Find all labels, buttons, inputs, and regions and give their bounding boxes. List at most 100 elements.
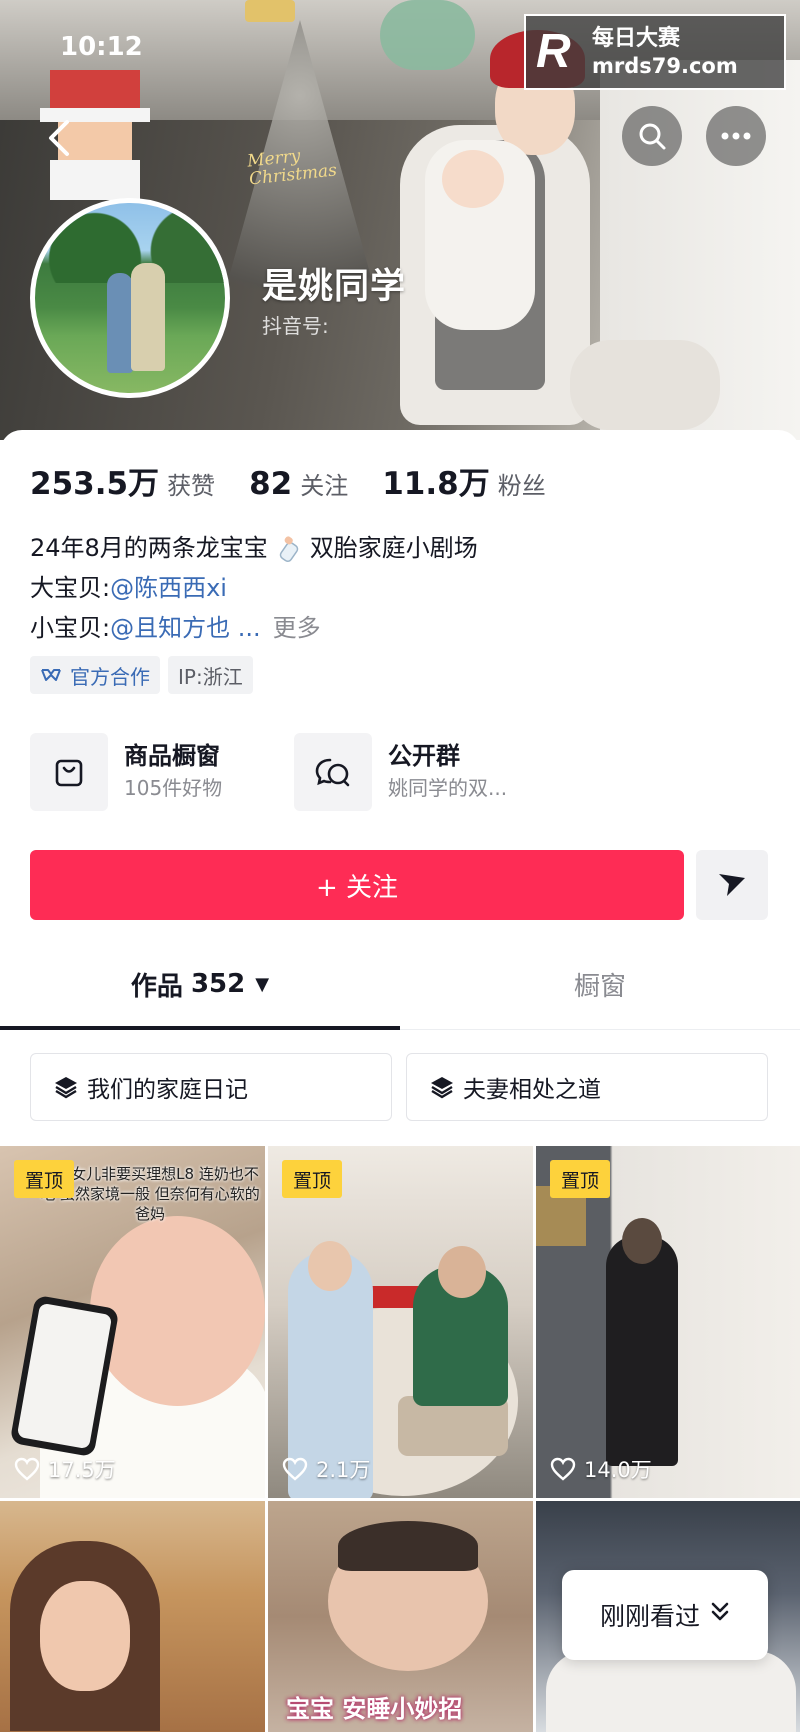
- profile-nickname: 是姚同学: [262, 267, 407, 307]
- back-button[interactable]: [30, 108, 90, 168]
- shop-entry-icon-box: [30, 733, 108, 811]
- caret-down-icon: ▼: [255, 973, 270, 995]
- woman-head: [622, 1218, 662, 1264]
- mention-link[interactable]: @陈西西xi: [110, 574, 227, 602]
- santa-hat: [50, 70, 140, 110]
- bio-label: 大宝贝:: [30, 574, 111, 602]
- search-button[interactable]: [622, 106, 682, 166]
- follow-button[interactable]: + 关注: [30, 850, 684, 920]
- baby-hair: [338, 1521, 478, 1571]
- video-likes: 17.5万: [14, 1454, 116, 1484]
- watermark: R 每日大赛 mrds79.com: [524, 14, 786, 90]
- video-thumbnail[interactable]: 一个女儿非要买理想L8 连奶也不吃 虽然家境一般 但奈何有心软的爸妈 置顶 17…: [0, 1146, 265, 1498]
- woman-head: [308, 1241, 352, 1291]
- woman-face: [40, 1581, 130, 1691]
- collection-label: 我们的家庭日记: [87, 1077, 248, 1103]
- share-button[interactable]: [696, 850, 768, 920]
- watermark-logo: R: [536, 25, 571, 78]
- profile-stats: 253.5万 获赞 82 关注 11.8万 粉丝: [30, 458, 580, 503]
- more-button[interactable]: [706, 106, 766, 166]
- bio-line: 24年8月的两条龙宝宝 双胎家庭小剧场: [30, 528, 478, 564]
- following-count[interactable]: 82: [249, 466, 292, 502]
- tab-works[interactable]: 作品 352 ▼: [0, 940, 400, 1028]
- video-caption: 宝宝 安睡小妙招: [286, 1695, 463, 1723]
- watermark-text: 每日大赛 mrds79.com: [592, 25, 738, 79]
- watermark-title: 每日大赛: [592, 26, 681, 51]
- group-entry-text: 公开群 姚同学的双...: [388, 740, 507, 804]
- man-head: [438, 1246, 486, 1298]
- group-entry-title: 公开群: [388, 742, 460, 770]
- tree-star: [245, 0, 295, 22]
- woman-figure: [606, 1236, 678, 1466]
- crying-baby: [90, 1216, 265, 1406]
- tab-showcase[interactable]: 橱窗: [400, 940, 800, 1028]
- video-thumbnail[interactable]: 置顶 14.0万: [536, 1146, 800, 1498]
- bio-text: 双胎家庭小剧场: [309, 534, 478, 562]
- douyin-id-label[interactable]: 抖音号:: [262, 310, 329, 339]
- bio-more-link[interactable]: 更多: [273, 614, 321, 642]
- bio-text: 24年8月的两条龙宝宝: [30, 534, 268, 562]
- pinned-badge: 置顶: [14, 1160, 74, 1198]
- pinned-badge: 置顶: [282, 1160, 342, 1198]
- handshake-icon: [41, 669, 61, 681]
- likes-count: 14.0万: [584, 1458, 652, 1482]
- avatar-man: [131, 263, 165, 371]
- tab-showcase-label: 橱窗: [573, 971, 626, 1002]
- second-baby-figure: [570, 340, 720, 430]
- group-chat-icon: [315, 758, 350, 787]
- watermark-url: mrds79.com: [592, 54, 738, 78]
- profile-tags: 官方合作 IP:浙江: [30, 656, 261, 694]
- send-arrow-icon: [719, 874, 745, 896]
- content-tabs: 作品 352 ▼ 橱窗: [0, 940, 800, 1030]
- baby-bottle-icon: [279, 536, 299, 562]
- shop-entry-title: 商品橱窗: [124, 742, 220, 770]
- video-likes: 2.1万: [282, 1454, 370, 1484]
- shop-entry-text: 商品橱窗 105件好物: [124, 740, 222, 804]
- chevron-left-icon: [49, 120, 69, 156]
- shopping-bag-icon: [55, 759, 83, 787]
- pinned-badge: 置顶: [550, 1160, 610, 1198]
- followers-label[interactable]: 粉丝: [498, 466, 546, 501]
- bio-line: 小宝贝:@且知方也 ... 更多: [30, 608, 321, 643]
- ip-tag-label: IP:浙江: [178, 664, 243, 689]
- video-thumbnail[interactable]: [0, 1501, 265, 1732]
- video-thumbnail[interactable]: 宝宝 安睡小妙招: [268, 1501, 533, 1732]
- bio-label: 小宝贝:: [30, 614, 111, 642]
- heart-icon: [14, 1457, 40, 1481]
- video-likes: 14.0万: [550, 1454, 652, 1484]
- heart-icon: [282, 1457, 308, 1481]
- official-cooperation-tag[interactable]: 官方合作: [30, 656, 160, 694]
- layers-icon: [55, 1077, 77, 1099]
- kids-figures: [546, 1651, 796, 1732]
- followers-count[interactable]: 11.8万: [382, 458, 490, 503]
- group-entry-icon-box: [294, 733, 372, 811]
- collection-label: 夫妻相处之道: [463, 1077, 601, 1103]
- likes-label: 获赞: [167, 472, 216, 500]
- ip-location-tag: IP:浙江: [168, 656, 253, 694]
- status-time: 10:12: [60, 32, 143, 62]
- shop-entry-subtitle: 105件好物: [124, 776, 223, 800]
- recently-viewed-button[interactable]: 刚刚看过: [562, 1570, 768, 1660]
- likes-count: 17.5万: [48, 1458, 116, 1482]
- avatar[interactable]: [30, 198, 230, 398]
- collection-couple[interactable]: 夫妻相处之道: [406, 1053, 768, 1121]
- tab-works-label: 作品: [130, 971, 183, 1002]
- following-label[interactable]: 关注: [300, 466, 348, 501]
- video-thumbnail[interactable]: 置顶 2.1万: [268, 1146, 533, 1498]
- shop-window-entry[interactable]: 商品橱窗 105件好物: [30, 733, 222, 811]
- baby-face: [442, 150, 504, 208]
- collection-family-diary[interactable]: 我们的家庭日记: [30, 1053, 392, 1121]
- search-icon: [639, 123, 666, 150]
- bio-line: 大宝贝:@陈西西xi: [30, 568, 227, 603]
- public-group-entry[interactable]: 公开群 姚同学的双...: [294, 733, 507, 811]
- group-entry-subtitle: 姚同学的双...: [388, 776, 508, 800]
- layers-icon: [431, 1077, 453, 1099]
- double-chevron-down-icon: [710, 1601, 730, 1629]
- recently-viewed-label: 刚刚看过: [599, 1602, 700, 1631]
- likes-count: 2.1万: [316, 1458, 371, 1482]
- official-tag-label: 官方合作: [70, 664, 150, 689]
- avatar-woman: [107, 273, 133, 373]
- mention-link[interactable]: @且知方也 ...: [110, 614, 261, 642]
- active-tab-indicator: [0, 1026, 400, 1030]
- likes-count: 253.5万: [30, 466, 160, 502]
